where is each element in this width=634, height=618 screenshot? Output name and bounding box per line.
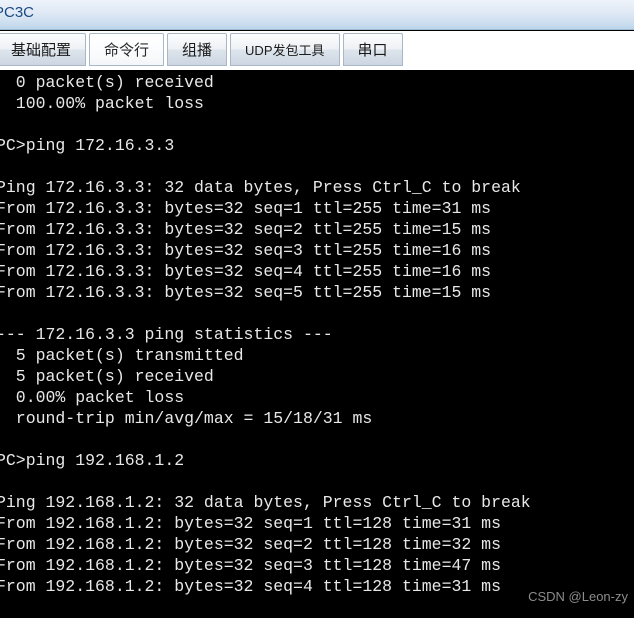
console-line: From 172.16.3.3: bytes=32 seq=4 ttl=255 … xyxy=(0,262,492,281)
console-line: 100.00% packet loss xyxy=(0,94,204,113)
tab-list: 基础配置 命令行 组播 UDP发包工具 串口 xyxy=(0,33,406,66)
watermark-label: CSDN @Leon-zy xyxy=(528,589,628,604)
tab-0[interactable]: 基础配置 xyxy=(0,33,87,66)
console-line: From 192.168.1.2: bytes=32 seq=2 ttl=128… xyxy=(0,535,501,554)
console-line: From 172.16.3.3: bytes=32 seq=3 ttl=255 … xyxy=(0,241,492,260)
tab-3[interactable]: UDP发包工具 xyxy=(230,33,340,66)
console-line: PC>ping 172.16.3.3 xyxy=(0,136,175,155)
console-line: Ping 192.168.1.2: 32 data bytes, Press C… xyxy=(0,493,531,512)
console-line: From 172.16.3.3: bytes=32 seq=5 ttl=255 … xyxy=(0,283,492,302)
console-line: From 192.168.1.2: bytes=32 seq=3 ttl=128… xyxy=(0,556,501,575)
console-line: --- 172.16.3.3 ping statistics --- xyxy=(0,325,333,344)
console-line: 5 packet(s) received xyxy=(0,367,214,386)
tab-1[interactable]: 命令行 xyxy=(89,33,165,66)
tab-strip: 基础配置 命令行 组播 UDP发包工具 串口 xyxy=(0,31,634,70)
title-bar: PC3C xyxy=(0,0,634,30)
console-line: PC>ping 192.168.1.2 xyxy=(0,451,185,470)
console-output[interactable]: 0 packet(s) received 100.00% packet loss… xyxy=(0,70,634,618)
console-line: From 172.16.3.3: bytes=32 seq=1 ttl=255 … xyxy=(0,199,492,218)
console-line: From 172.16.3.3: bytes=32 seq=2 ttl=255 … xyxy=(0,220,492,239)
console-line: 0 packet(s) received xyxy=(0,73,214,92)
console-line: 0.00% packet loss xyxy=(0,388,185,407)
console-line: 5 packet(s) transmitted xyxy=(0,346,244,365)
console-line: Ping 172.16.3.3: 32 data bytes, Press Ct… xyxy=(0,178,521,197)
console-line: round-trip min/avg/max = 15/18/31 ms xyxy=(0,409,373,428)
console-line: From 192.168.1.2: bytes=32 seq=1 ttl=128… xyxy=(0,514,501,533)
device-cli-window: PC3C 基础配置命令行组播UDP发包工具串口 0 packet(s) rece… xyxy=(0,0,634,618)
window-title: PC3C xyxy=(0,4,35,21)
tab-2[interactable]: 组播 xyxy=(167,33,228,66)
tab-4[interactable]: 串口 xyxy=(342,33,403,66)
console-lines: 0 packet(s) received 100.00% packet loss… xyxy=(0,72,634,597)
